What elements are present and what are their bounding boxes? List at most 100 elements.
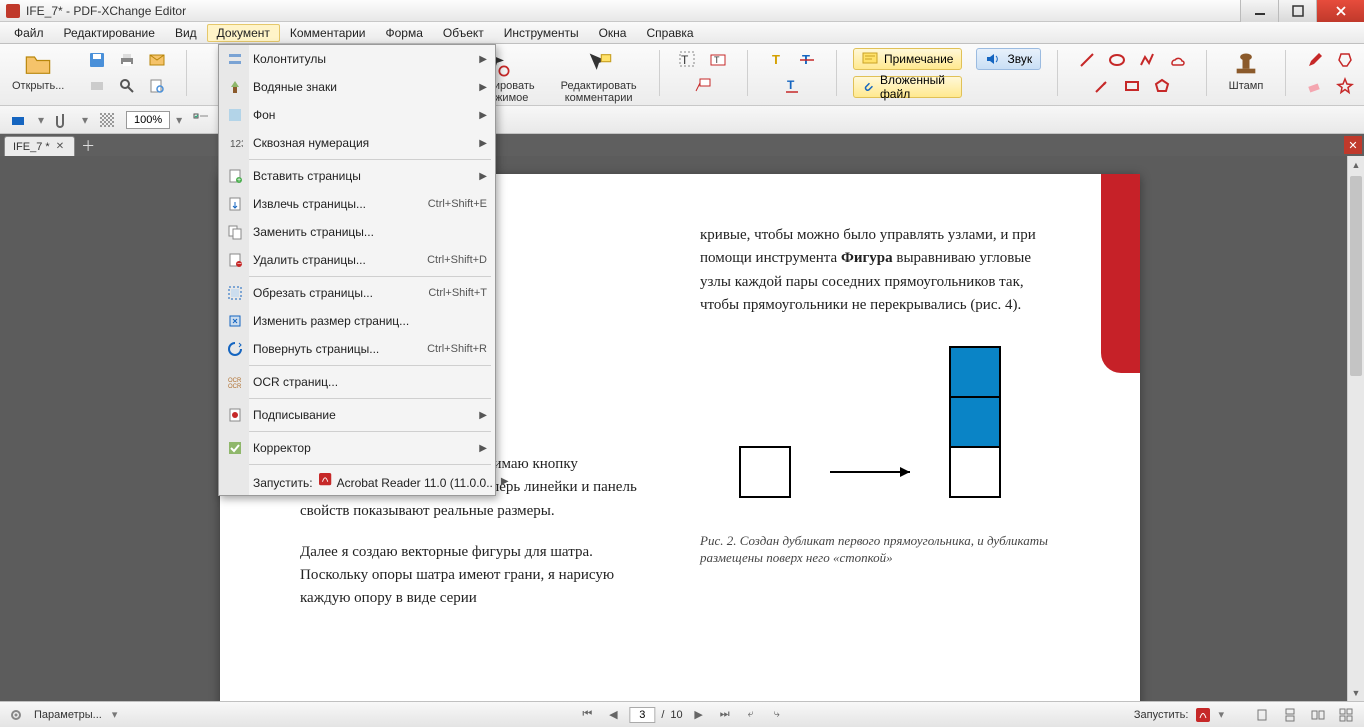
- menu-комментарии[interactable]: Комментарии: [280, 24, 376, 42]
- menu-редактирование[interactable]: Редактирование: [54, 24, 165, 42]
- menu-item[interactable]: Подписывание▶: [219, 401, 495, 429]
- tabstrip: IFE_7 * ✕ ＋ ✕: [0, 134, 1364, 156]
- main-toolbar: Открыть... Редактировать содержимое Реда…: [0, 44, 1364, 106]
- stamp-button[interactable]: Штамп: [1223, 48, 1270, 94]
- menu-item-icon: [225, 471, 245, 491]
- line-tool-icon[interactable]: [1074, 48, 1100, 72]
- polygon-tool-icon[interactable]: [1149, 74, 1175, 98]
- nav-fwd-button[interactable]: ⤷: [767, 706, 787, 724]
- document-tab[interactable]: IFE_7 * ✕: [4, 136, 75, 156]
- attach-file-button[interactable]: Вложенный файл: [853, 76, 962, 98]
- close-button[interactable]: [1316, 0, 1364, 22]
- shape-cloud-icon[interactable]: [1332, 48, 1358, 72]
- menu-item[interactable]: Колонтитулы▶: [219, 45, 495, 73]
- menu-item[interactable]: Обрезать страницы...Ctrl+Shift+T: [219, 279, 495, 307]
- close-all-tabs-button[interactable]: ✕: [1344, 136, 1362, 154]
- menu-item[interactable]: Изменить размер страниц...: [219, 307, 495, 335]
- scroll-up-icon[interactable]: ▲: [1348, 156, 1364, 173]
- menu-item-icon: [225, 222, 245, 242]
- menu-item[interactable]: −Удалить страницы...Ctrl+Shift+D: [219, 246, 495, 274]
- page-number-input[interactable]: [629, 707, 655, 723]
- submenu-arrow-icon: ▶: [501, 476, 509, 487]
- svg-text:+: +: [237, 177, 241, 184]
- continuous-view-icon[interactable]: [1280, 706, 1300, 724]
- minimize-button[interactable]: [1240, 0, 1278, 22]
- close-tab-icon[interactable]: ✕: [56, 141, 64, 152]
- two-page-view-icon[interactable]: [1308, 706, 1328, 724]
- menu-файл[interactable]: Файл: [4, 24, 54, 42]
- menu-item[interactable]: Водяные знаки▶: [219, 73, 495, 101]
- menu-инструменты[interactable]: Инструменты: [494, 24, 589, 42]
- scan-button[interactable]: [84, 74, 110, 98]
- stamp-icon: [1232, 50, 1260, 78]
- menu-справка[interactable]: Справка: [636, 24, 703, 42]
- arrow-tool-icon[interactable]: [1089, 74, 1115, 98]
- scroll-thumb[interactable]: [1350, 176, 1362, 376]
- menu-форма[interactable]: Форма: [375, 24, 432, 42]
- textbox-icon[interactable]: T: [705, 48, 731, 72]
- last-page-button[interactable]: ⏭: [715, 706, 735, 724]
- submenu-arrow-icon: ▶: [479, 110, 487, 121]
- menu-объект[interactable]: Объект: [433, 24, 494, 42]
- paperclip-icon: [862, 79, 874, 95]
- underline-icon[interactable]: T: [779, 74, 805, 98]
- two-continuous-view-icon[interactable]: [1336, 706, 1356, 724]
- menu-item[interactable]: Корректор▶: [219, 434, 495, 462]
- menu-item[interactable]: 123Сквозная нумерация▶: [219, 129, 495, 157]
- oval-tool-icon[interactable]: [1104, 48, 1130, 72]
- menu-item-icon: [225, 194, 245, 214]
- polyline-tool-icon[interactable]: [1134, 48, 1160, 72]
- menu-item[interactable]: Фон▶: [219, 101, 495, 129]
- menu-вид[interactable]: Вид: [165, 24, 207, 42]
- menu-окна[interactable]: Окна: [589, 24, 637, 42]
- rect-tool-icon[interactable]: [1119, 74, 1145, 98]
- note-button[interactable]: Примечание: [853, 48, 962, 70]
- menu-item[interactable]: Заменить страницы...: [219, 218, 495, 246]
- save-button[interactable]: [84, 48, 110, 72]
- zoom-input[interactable]: [126, 111, 170, 129]
- strikeout-icon[interactable]: T: [794, 48, 820, 72]
- checklist-icon[interactable]: [188, 108, 214, 132]
- opacity-icon[interactable]: [94, 108, 120, 132]
- open-button[interactable]: Открыть...: [6, 48, 70, 94]
- sound-button[interactable]: Звук: [976, 48, 1041, 70]
- submenu-arrow-icon: ▶: [479, 443, 487, 454]
- menu-item-icon: [225, 438, 245, 458]
- callout-icon[interactable]: [690, 74, 716, 98]
- first-page-button[interactable]: ⏮: [577, 706, 597, 724]
- attachment-icon[interactable]: [50, 108, 76, 132]
- menu-item[interactable]: OCROCROCR страниц...: [219, 368, 495, 396]
- mail-button[interactable]: [144, 48, 170, 72]
- document-viewport[interactable]: ных фигур сновных размеров верхность шат…: [0, 156, 1364, 701]
- next-page-button[interactable]: ▶: [689, 706, 709, 724]
- eraser-tool-icon[interactable]: [1302, 74, 1328, 98]
- menu-item[interactable]: Запустить: Acrobat Reader 11.0 (11.0.0..…: [219, 467, 495, 495]
- vertical-scrollbar[interactable]: ▲ ▼: [1347, 156, 1364, 701]
- menu-item-icon: [225, 311, 245, 331]
- menu-документ[interactable]: Документ: [207, 24, 280, 42]
- nav-back-button[interactable]: ⤶: [741, 706, 761, 724]
- single-page-view-icon[interactable]: [1252, 706, 1272, 724]
- fill-color-icon[interactable]: [6, 108, 32, 132]
- edit-comments-button[interactable]: Редактировать комментарии: [555, 48, 643, 106]
- acrobat-icon[interactable]: [1196, 708, 1210, 722]
- maximize-button[interactable]: [1278, 0, 1316, 22]
- star-tool-icon[interactable]: [1332, 74, 1358, 98]
- menu-item[interactable]: Повернуть страницы...Ctrl+Shift+R: [219, 335, 495, 363]
- menu-item-icon: [225, 77, 245, 97]
- text-select-icon[interactable]: T: [675, 48, 701, 72]
- prev-page-button[interactable]: ◀: [603, 706, 623, 724]
- menu-item[interactable]: Извлечь страницы...Ctrl+Shift+E: [219, 190, 495, 218]
- find-button[interactable]: [144, 74, 170, 98]
- print-button[interactable]: [114, 48, 140, 72]
- menu-item-icon: [225, 405, 245, 425]
- pencil-tool-icon[interactable]: [1302, 48, 1328, 72]
- new-tab-button[interactable]: ＋: [81, 136, 95, 156]
- submenu-arrow-icon: ▶: [479, 171, 487, 182]
- cloud-tool-icon[interactable]: [1164, 48, 1190, 72]
- scroll-down-icon[interactable]: ▼: [1348, 684, 1364, 701]
- search-button[interactable]: [114, 74, 140, 98]
- highlight-icon[interactable]: T: [764, 48, 790, 72]
- params-button[interactable]: Параметры...: [34, 709, 102, 721]
- menu-item[interactable]: +Вставить страницы▶: [219, 162, 495, 190]
